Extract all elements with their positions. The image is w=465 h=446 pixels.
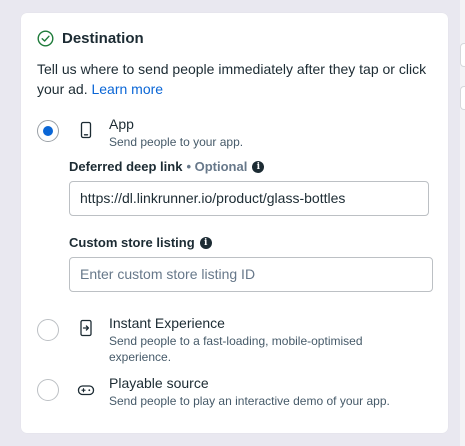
radio-instant-experience[interactable]	[37, 319, 59, 341]
option-playable-source[interactable]: Playable source Send people to play an i…	[37, 375, 432, 415]
option-instant-experience[interactable]: Instant Experience Send people to a fast…	[37, 315, 432, 365]
check-circle-icon	[37, 30, 54, 47]
radio-playable-source[interactable]	[37, 379, 59, 401]
deferred-deep-link-input[interactable]: https://dl.linkrunner.io/product/glass-b…	[69, 181, 429, 216]
gamepad-icon	[77, 385, 95, 396]
side-tab	[460, 86, 465, 110]
option-subtitle: Send people to your app.	[109, 135, 244, 149]
custom-store-listing-label: Custom store listing i	[69, 235, 212, 250]
info-icon[interactable]: i	[199, 236, 212, 249]
option-title: Instant Experience	[109, 315, 225, 331]
section-header: Destination	[37, 30, 144, 47]
side-tab	[460, 43, 465, 67]
deferred-deep-link-label: Deferred deep link • Optional i	[69, 159, 265, 174]
radio-dot	[43, 126, 53, 136]
section-description: Tell us where to send people immediately…	[37, 61, 427, 97]
mobile-phone-icon	[80, 121, 92, 139]
option-subtitle: Send people to play an interactive demo …	[109, 394, 390, 408]
destination-card: Destination Tell us where to send people…	[21, 13, 448, 433]
radio-app[interactable]	[37, 120, 59, 142]
option-title: Playable source	[109, 375, 209, 391]
option-subtitle: Send people to a fast-loading, mobile-op…	[109, 334, 363, 364]
custom-store-listing-input[interactable]: Enter custom store listing ID	[69, 257, 433, 292]
section-title: Destination	[62, 30, 144, 47]
info-icon[interactable]: i	[252, 160, 265, 173]
right-panel-edge	[460, 0, 465, 446]
option-app[interactable]: App Send people to your app.	[37, 116, 432, 160]
optional-tag: • Optional	[186, 159, 248, 174]
instant-experience-icon	[80, 319, 92, 337]
learn-more-link[interactable]: Learn more	[91, 81, 163, 97]
option-title: App	[109, 116, 134, 132]
